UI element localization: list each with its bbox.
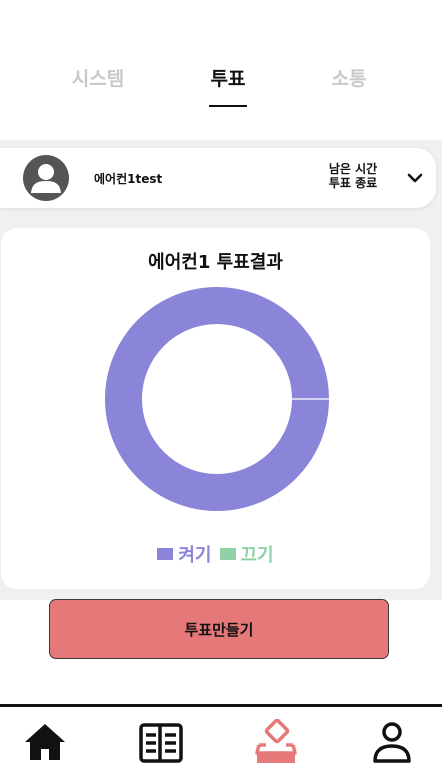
donut-chart [105,287,329,511]
chart-legend: 켜기 끄기 [1,541,430,567]
active-tab-indicator [209,105,247,107]
avatar [23,155,69,201]
tab-system[interactable]: 시스템 [53,64,143,91]
result-title: 에어컨1 투표결과 [148,252,283,273]
legend-label: 켜기 [178,545,212,566]
user-icon[interactable] [369,719,415,765]
vote-icon[interactable] [253,719,299,765]
remaining-time: 남은 시간 투표 종료 [318,162,388,190]
vote-name: 에어컨1test [94,172,163,186]
user-avatar-icon [31,164,61,193]
page: 시스템 투표 소통 에어컨1test 남은 시간 투표 종료 에어컨1 투표결과… [0,0,442,769]
chevron-down-icon[interactable] [405,168,425,188]
board-icon[interactable] [138,719,184,765]
legend-swatch [219,548,236,560]
bottom-nav [0,704,442,769]
remaining-time-label: 남은 시간 [328,162,378,176]
donut-slice-0 [105,287,329,511]
vote-result-card: 에어컨1 투표결과 켜기 끄기 [1,228,430,589]
tab-talk[interactable]: 소통 [304,64,394,91]
legend-swatch [157,548,174,560]
tab-vote[interactable]: 투표 [183,64,273,91]
vote-status: 투표 종료 [328,176,378,190]
legend-item: 끄기 [219,541,274,567]
create-vote-button[interactable]: 투표만들기 [49,599,389,659]
home-icon[interactable] [22,719,68,765]
legend-label: 끄기 [240,545,274,566]
legend-item: 켜기 [157,541,212,567]
vote-selector[interactable]: 에어컨1test 남은 시간 투표 종료 [0,148,436,208]
top-tabs: 시스템 투표 소통 [0,60,442,110]
